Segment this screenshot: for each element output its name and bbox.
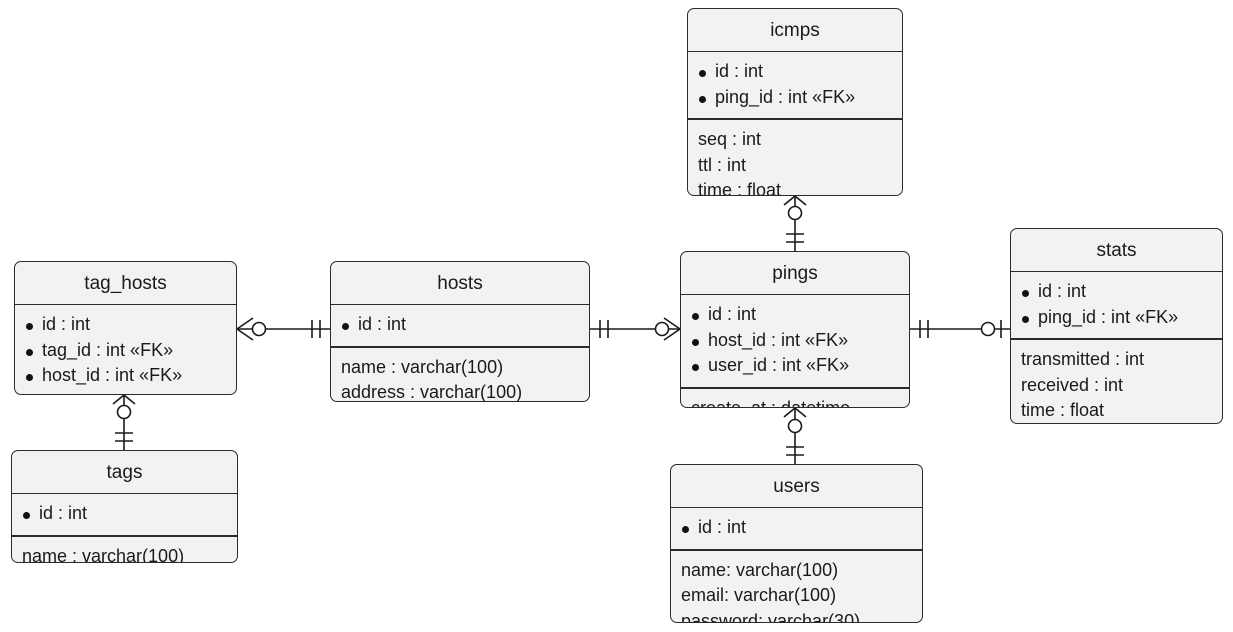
cardinality-exactly-one-pings-icmps xyxy=(786,233,804,243)
attribute-compartment-hosts: name : varchar(100) address : varchar(10… xyxy=(331,348,589,402)
edge-tag_hosts-tags xyxy=(112,394,136,450)
attribute-row: email: varchar(100) xyxy=(681,585,837,606)
entity-title-stats: stats xyxy=(1011,229,1222,272)
cardinality-exactly-one-users xyxy=(786,446,804,456)
entity-tags[interactable]: tags id : int name : varchar(100) xyxy=(11,450,238,563)
attribute-compartment-pings: create_at : datetime xyxy=(681,389,909,408)
attribute-compartment-stats: transmitted : int received : int time : … xyxy=(1011,340,1222,423)
key-compartment-hosts: id : int xyxy=(331,305,589,348)
key-compartment-users: id : int xyxy=(671,508,922,551)
attribute-row: id : int xyxy=(22,501,227,527)
edge-pings-users xyxy=(783,407,807,464)
key-compartment-stats: id : int ping_id : int «FK» xyxy=(1011,272,1222,341)
attribute-row: ping_id : int «FK» xyxy=(1021,305,1212,331)
cardinality-zero-or-many-icmps xyxy=(783,195,807,221)
key-compartment-tag_hosts: id : int tag_id : int «FK» host_id : int… xyxy=(15,305,236,394)
attribute-compartment-users: name: varchar(100) email: varchar(100) p… xyxy=(671,551,922,623)
cardinality-exactly-one-hosts xyxy=(311,320,321,338)
cardinality-zero-or-many-tag_hosts-tags xyxy=(112,394,136,420)
entity-title-hosts: hosts xyxy=(331,262,589,305)
attribute-row: ping_id : int «FK» xyxy=(698,85,892,111)
cardinality-exactly-one-pings-stats xyxy=(919,320,929,338)
entity-users[interactable]: users id : int name: varchar(100) email:… xyxy=(670,464,923,623)
key-compartment-icmps: id : int ping_id : int «FK» xyxy=(688,52,902,121)
attribute-row: name: varchar(100) xyxy=(681,559,839,580)
er-diagram-canvas: icmps id : int ping_id : int «FK» seq : … xyxy=(0,0,1233,632)
key-compartment-pings: id : int host_id : int «FK» user_id : in… xyxy=(681,295,909,389)
edge-pings-stats xyxy=(910,320,1010,338)
attribute-row: id : int xyxy=(1021,279,1212,305)
attribute-row: id : int xyxy=(698,59,892,85)
attribute-row: received : int xyxy=(1021,374,1124,395)
cardinality-zero-or-one-stats xyxy=(980,320,1002,338)
attribute-row: id : int xyxy=(691,302,899,328)
key-compartment-tags: id : int xyxy=(12,494,237,537)
attribute-compartment-tags: name : varchar(100) xyxy=(12,537,237,563)
attribute-compartment-icmps: seq : int ttl : int time : float xyxy=(688,120,902,196)
entity-icmps[interactable]: icmps id : int ping_id : int «FK» seq : … xyxy=(687,8,903,196)
attribute-row: time : float xyxy=(698,180,782,196)
attribute-row: password: varchar(30) xyxy=(681,610,861,623)
entity-title-icmps: icmps xyxy=(688,9,902,52)
entity-tag_hosts[interactable]: tag_hosts id : int tag_id : int «FK» hos… xyxy=(14,261,237,395)
attribute-row: ttl : int xyxy=(698,154,747,175)
entity-pings[interactable]: pings id : int host_id : int «FK» user_i… xyxy=(680,251,910,408)
entity-title-users: users xyxy=(671,465,922,508)
attribute-row: tag_id : int «FK» xyxy=(25,338,226,364)
entity-stats[interactable]: stats id : int ping_id : int «FK» transm… xyxy=(1010,228,1223,424)
entity-title-tag_hosts: tag_hosts xyxy=(15,262,236,305)
cardinality-zero-or-many-pings xyxy=(654,317,681,341)
attribute-row: id : int xyxy=(25,312,226,338)
attribute-row: id : int xyxy=(681,515,912,541)
attribute-row: name : varchar(100) xyxy=(341,356,504,377)
attribute-row: seq : int xyxy=(698,129,762,150)
attribute-row: address : varchar(100) xyxy=(341,382,523,402)
cardinality-exactly-one-hosts-pings xyxy=(599,320,609,338)
attribute-row: transmitted : int xyxy=(1021,349,1145,370)
edge-tag_hosts-hosts xyxy=(236,317,330,341)
edge-icmps-pings xyxy=(783,195,807,251)
entity-title-pings: pings xyxy=(681,252,909,295)
entity-hosts[interactable]: hosts id : int name : varchar(100) addre… xyxy=(330,261,590,402)
attribute-row: create_at : datetime xyxy=(691,397,851,408)
attribute-row: id : int xyxy=(341,312,579,338)
entity-title-tags: tags xyxy=(12,451,237,494)
attribute-row: name : varchar(100) xyxy=(22,545,185,563)
edge-hosts-pings xyxy=(590,317,681,341)
attribute-row: time : float xyxy=(1021,400,1105,421)
attribute-row: user_id : int «FK» xyxy=(691,353,899,379)
cardinality-exactly-one-tags xyxy=(115,432,133,442)
cardinality-zero-or-many-tag_hosts xyxy=(236,317,267,341)
attribute-row: host_id : int «FK» xyxy=(25,363,226,389)
cardinality-zero-or-many-pings-users xyxy=(783,407,807,434)
attribute-row: host_id : int «FK» xyxy=(691,328,899,354)
